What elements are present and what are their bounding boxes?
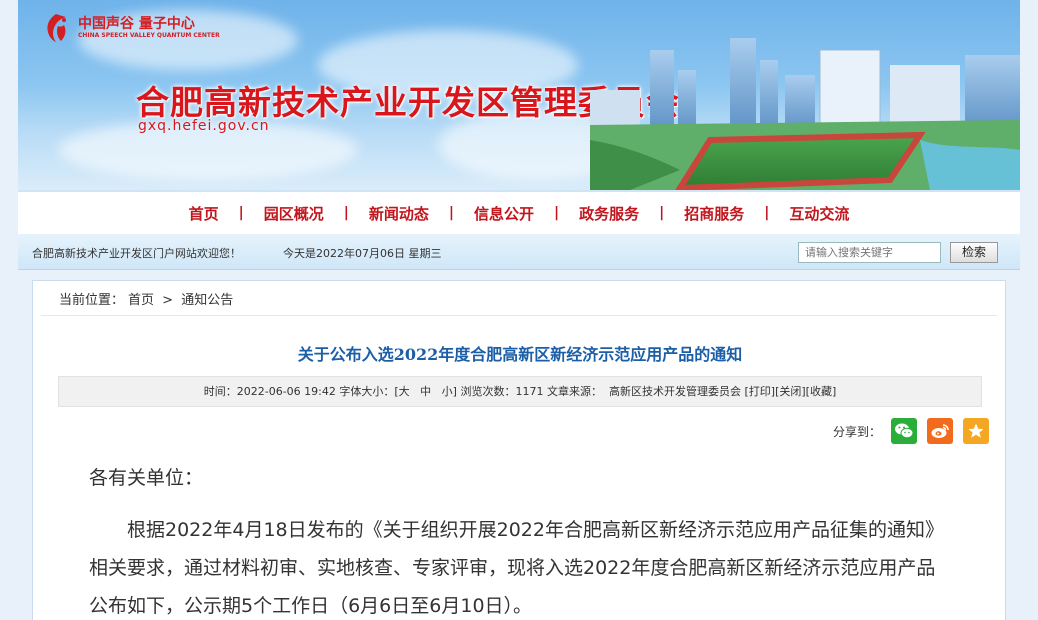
meta-views: 1171 bbox=[515, 385, 544, 398]
share-label: 分享到： bbox=[833, 424, 882, 439]
search-input[interactable] bbox=[798, 242, 941, 263]
star-icon bbox=[968, 423, 984, 438]
print-link[interactable]: [打印] bbox=[744, 385, 775, 398]
meta-time-label: 时间： bbox=[203, 385, 237, 398]
article-title: 关于公布入选2022年度合肥高新区新经济示范应用产品的通知 bbox=[297, 345, 743, 364]
site-domain: gxq.hefei.gov.cn bbox=[138, 118, 270, 134]
welcome-text: 合肥高新技术产业开发区门户网站欢迎您！ bbox=[32, 247, 241, 260]
wechat-icon bbox=[895, 423, 914, 439]
meta-source: 高新区技术开发管理委员会 bbox=[608, 385, 741, 398]
breadcrumb-current[interactable]: 通知公告 bbox=[181, 293, 233, 308]
breadcrumb-separator: > bbox=[162, 293, 174, 308]
search-button[interactable]: 检索 bbox=[950, 242, 998, 263]
header-banner: 中国声谷 量子中心 CHINA SPEECH VALLEY QUANTUM CE… bbox=[18, 0, 1020, 190]
meta-time: 2022-06-06 19:42 bbox=[236, 385, 336, 398]
city-skyline-illustration bbox=[590, 38, 1020, 190]
meta-views-label: 浏览次数： bbox=[460, 385, 516, 398]
nav-item-news[interactable]: 新闻动态 bbox=[349, 203, 449, 224]
logo-text-en: CHINA SPEECH VALLEY QUANTUM CENTER bbox=[78, 32, 220, 39]
weibo-icon bbox=[931, 424, 949, 438]
content-panel: 当前位置： 首页 > 通知公告 关于公布入选2022年度合肥高新区新经济示范应用产… bbox=[32, 280, 1006, 620]
article-greeting: 各有关单位： bbox=[89, 467, 204, 489]
article-body: 根据2022年4月18日发布的《关于组织开展2022年合肥高新区新经济示范应用产… bbox=[89, 519, 944, 617]
share-bar: 分享到： bbox=[833, 418, 990, 444]
font-size-medium-button[interactable]: 中 bbox=[420, 385, 431, 398]
favorite-link[interactable]: [收藏] bbox=[806, 385, 837, 398]
nav-item-investment[interactable]: 招商服务 bbox=[664, 203, 764, 224]
nav-item-home[interactable]: 首页 bbox=[169, 203, 239, 224]
breadcrumb-home[interactable]: 首页 bbox=[128, 293, 154, 308]
main-nav: 首页 | 园区概况 | 新闻动态 | 信息公开 | 政务服务 | 招商服务 | … bbox=[18, 190, 1020, 234]
nav-item-info-disclosure[interactable]: 信息公开 bbox=[454, 203, 554, 224]
close-link[interactable]: [关闭] bbox=[775, 385, 806, 398]
weibo-share-icon[interactable] bbox=[927, 418, 954, 444]
nav-item-interaction[interactable]: 互动交流 bbox=[769, 203, 869, 224]
nav-item-park-overview[interactable]: 园区概况 bbox=[244, 203, 344, 224]
article-meta: 时间：2022-06-06 19:42 字体大小：[大 中 小] 浏览次数：11… bbox=[58, 376, 982, 407]
meta-font-close: ] bbox=[452, 385, 457, 398]
wechat-share-icon[interactable] bbox=[891, 418, 918, 444]
nav-item-gov-services[interactable]: 政务服务 bbox=[559, 203, 659, 224]
logo-emblem-icon bbox=[47, 14, 66, 42]
meta-font-label: 字体大小： bbox=[339, 385, 395, 398]
breadcrumb: 当前位置： 首页 > 通知公告 bbox=[57, 289, 235, 308]
font-size-large-button[interactable]: 大 bbox=[399, 385, 410, 398]
breadcrumb-prefix: 当前位置： bbox=[59, 293, 125, 308]
font-size-small-button[interactable]: 小 bbox=[442, 385, 453, 398]
info-bar: 合肥高新技术产业开发区门户网站欢迎您！ 今天是2022年07月06日 星期三 检… bbox=[18, 234, 1020, 270]
site-logo[interactable]: 中国声谷 量子中心 CHINA SPEECH VALLEY QUANTUM CE… bbox=[40, 12, 220, 44]
logo-text-cn: 中国声谷 量子中心 bbox=[78, 16, 195, 32]
meta-source-label: 文章来源： bbox=[546, 385, 602, 398]
date-text: 今天是2022年07月06日 星期三 bbox=[283, 247, 442, 260]
favorite-share-icon[interactable] bbox=[963, 418, 990, 444]
divider bbox=[41, 315, 997, 316]
